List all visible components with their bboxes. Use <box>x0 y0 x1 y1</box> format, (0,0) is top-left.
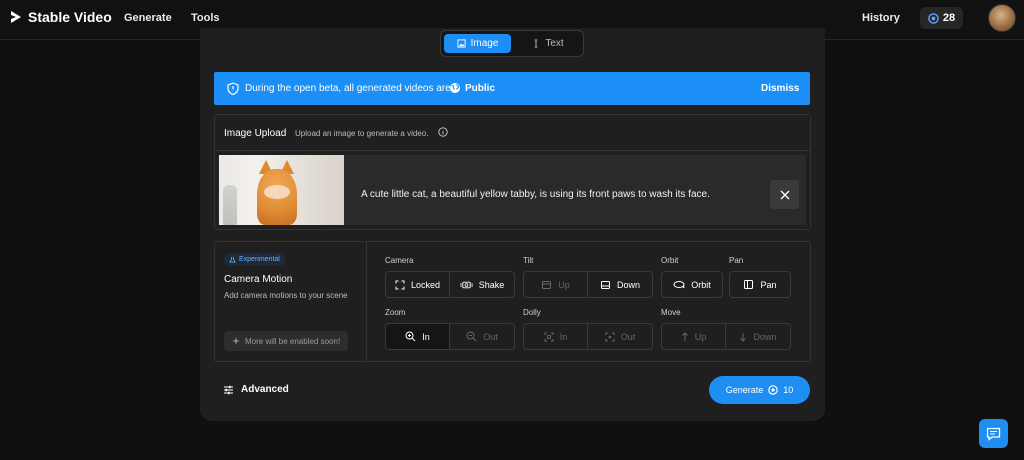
zoom-out-label: Out <box>483 331 498 342</box>
camera-locked-label: Locked <box>410 279 441 290</box>
coming-soon-note: More will be enabled soon! <box>224 331 349 351</box>
nav-tools[interactable]: Tools <box>191 12 220 24</box>
dismiss-button[interactable]: Dismiss <box>761 83 799 94</box>
pan-icon <box>744 280 754 289</box>
arrow-up-icon <box>681 331 688 341</box>
upload-title: Image Upload <box>224 128 287 139</box>
tilt-up-icon <box>542 280 552 289</box>
coming-soon-label: More will be enabled soon! <box>245 336 341 346</box>
nav-generate[interactable]: Generate <box>124 12 172 24</box>
dolly-out-label: Out <box>620 331 636 342</box>
flask-icon <box>229 256 236 263</box>
dolly-in-icon <box>544 332 554 341</box>
feedback-chat-button[interactable] <box>979 419 1008 448</box>
orbit-label: Orbit <box>691 279 711 290</box>
camera-motion-info: Experimental Camera Motion Add camera mo… <box>215 242 367 361</box>
credits-count: 28 <box>942 12 956 24</box>
beta-banner: During the open beta, all generated vide… <box>214 72 810 105</box>
zoom-in-label: In <box>422 331 430 342</box>
tilt-up-button[interactable]: Up <box>523 271 588 298</box>
pan-label: Pan <box>760 279 777 290</box>
tilt-down-button[interactable]: Down <box>588 271 653 298</box>
beta-text: During the open beta, all generated vide… <box>245 83 451 94</box>
move-up-button[interactable]: Up <box>661 323 726 350</box>
dolly-out-button[interactable]: Out <box>588 323 653 350</box>
zoom-in-icon <box>405 331 416 342</box>
advanced-settings-button[interactable]: Advanced <box>223 384 289 395</box>
orbit-icon <box>673 281 685 289</box>
move-down-button[interactable]: Down <box>726 323 791 350</box>
camera-motion-title: Camera Motion <box>224 274 293 285</box>
sliders-icon <box>224 385 233 394</box>
zoom-out-button[interactable]: Out <box>450 323 515 350</box>
tab-image[interactable]: Image <box>444 34 511 53</box>
orbit-group-label: Orbit <box>661 256 679 265</box>
brand-logo[interactable]: Stable Video <box>9 9 112 25</box>
credits-badge[interactable]: 28 <box>920 7 963 29</box>
tab-text[interactable]: Text <box>515 34 581 53</box>
globe-icon <box>450 83 460 93</box>
camera-shake-label: Shake <box>478 279 505 290</box>
move-up-label: Up <box>694 331 707 342</box>
text-cursor-icon <box>534 39 538 48</box>
tilt-down-icon <box>600 280 610 289</box>
credit-icon <box>768 385 778 395</box>
visibility-label: Public <box>465 83 496 94</box>
dolly-out-icon <box>605 332 615 341</box>
upload-subtitle: Upload an image to generate a video. <box>295 129 429 138</box>
experimental-badge: Experimental <box>224 253 285 266</box>
close-icon <box>780 190 789 199</box>
mode-toggle: Image Text <box>440 30 584 57</box>
image-icon <box>457 39 466 48</box>
move-down-label: Down <box>753 331 777 342</box>
tilt-down-label: Down <box>616 279 640 290</box>
shield-icon <box>227 82 239 95</box>
dolly-group-label: Dolly <box>523 308 541 317</box>
uploaded-image-row: A cute little cat, a beautiful yellow ta… <box>218 155 806 225</box>
uploaded-image-thumbnail[interactable] <box>219 155 344 225</box>
zoom-group-label: Zoom <box>385 308 406 317</box>
play-logo-icon <box>11 11 21 23</box>
sparkle-icon <box>232 337 240 345</box>
focus-frame-icon <box>395 280 405 289</box>
camera-shake-button[interactable]: Shake <box>450 271 515 298</box>
dolly-in-button[interactable]: In <box>523 323 588 350</box>
tab-image-label: Image <box>470 38 499 49</box>
zoom-out-icon <box>466 331 477 342</box>
remove-image-button[interactable] <box>770 180 799 209</box>
orbit-button[interactable]: Orbit <box>661 271 723 298</box>
image-caption: A cute little cat, a beautiful yellow ta… <box>361 189 710 200</box>
tilt-group-label: Tilt <box>523 256 534 265</box>
advanced-label: Advanced <box>241 384 289 395</box>
move-group-label: Move <box>661 308 681 317</box>
avatar[interactable] <box>988 4 1016 32</box>
chat-icon <box>986 427 1001 441</box>
generate-label: Generate <box>725 385 764 395</box>
pan-button[interactable]: Pan <box>729 271 791 298</box>
generate-cost: 10 <box>783 385 794 395</box>
image-upload-section: Image Upload Upload an image to generate… <box>214 114 811 230</box>
experimental-label: Experimental <box>239 256 280 263</box>
upload-header: Image Upload Upload an image to generate… <box>215 115 810 151</box>
generate-button[interactable]: Generate 10 <box>709 376 810 404</box>
arrow-down-icon <box>740 332 747 342</box>
tab-text-label: Text <box>545 38 564 49</box>
brand-name: Stable Video <box>28 9 112 25</box>
camera-shake-icon <box>460 281 473 288</box>
thumbnail-cat-paws <box>264 185 290 199</box>
dolly-in-label: In <box>559 331 568 342</box>
info-icon[interactable] <box>438 127 448 137</box>
camera-motion-subtitle: Add camera motions to your scene <box>224 291 348 300</box>
tilt-up-label: Up <box>558 279 570 290</box>
thumbnail-plant <box>223 185 237 225</box>
camera-group-label: Camera <box>385 256 414 265</box>
camera-locked-button[interactable]: Locked <box>385 271 450 298</box>
credit-icon <box>928 12 939 24</box>
pan-group-label: Pan <box>729 256 744 265</box>
zoom-in-button[interactable]: In <box>385 323 450 350</box>
nav-history[interactable]: History <box>862 12 900 24</box>
